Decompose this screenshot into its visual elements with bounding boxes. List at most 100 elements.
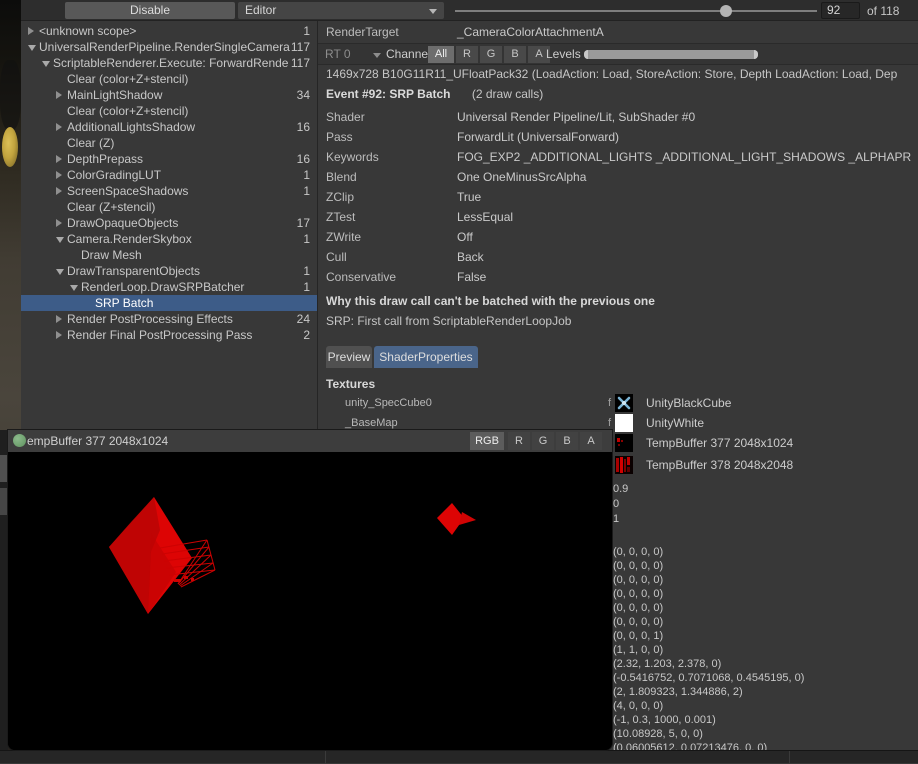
preview-channel-button-rgb[interactable]: RGB xyxy=(470,432,504,450)
chevron-down-icon xyxy=(373,53,381,58)
frame-slider[interactable] xyxy=(455,10,817,12)
tree-row[interactable]: Clear (Z) xyxy=(21,135,318,151)
chevron-right-icon[interactable] xyxy=(56,315,62,323)
texture-row: unity_SpecCube0fUnityBlackCube xyxy=(318,393,918,413)
property-row: ShaderUniversal Render Pipeline/Lit, Sub… xyxy=(318,107,918,127)
chevron-right-icon[interactable] xyxy=(28,27,34,35)
chevron-right-icon[interactable] xyxy=(56,171,62,179)
target-selector-dropdown[interactable]: Editor xyxy=(238,2,444,19)
side-panel-segment xyxy=(0,455,8,482)
channel-button-g[interactable]: G xyxy=(480,46,502,63)
channel-button-all[interactable]: All xyxy=(428,46,454,63)
property-row: Blend One OneMinusSrcAlpha xyxy=(318,167,918,187)
chevron-down-icon[interactable] xyxy=(70,285,78,291)
channels-row: RT 0 Channels AllRGBA Levels xyxy=(318,43,918,65)
shader-vector-value: (-0.5416752, 0.7071068, 0.4545195, 0) xyxy=(613,671,804,685)
preview-channel-button-a[interactable]: A xyxy=(580,432,602,450)
tree-row[interactable]: ScreenSpaceShadows1 xyxy=(21,183,318,199)
chevron-right-icon[interactable] xyxy=(56,123,62,131)
chevron-right-icon[interactable] xyxy=(56,187,62,195)
render-target-row: RenderTarget _CameraColorAttachmentA xyxy=(318,21,918,43)
chevron-right-icon[interactable] xyxy=(56,331,62,339)
chevron-down-icon[interactable] xyxy=(28,45,36,51)
preview-canvas[interactable] xyxy=(8,452,612,750)
tree-row-count: 1 xyxy=(303,279,310,295)
tree-row-count: 117 xyxy=(291,55,310,71)
property-value: FOG_EXP2 _ADDITIONAL_LIGHTS _ADDITIONAL_… xyxy=(457,147,911,167)
shader-float-value: 0.9 xyxy=(613,482,628,497)
preview-channel-button-r[interactable]: R xyxy=(508,432,530,450)
tree-row[interactable]: Render PostProcessing Effects24 xyxy=(21,311,318,327)
shadowmap-render xyxy=(8,452,612,750)
tree-row-label: Render Final PostProcessing Pass xyxy=(67,327,292,343)
shader-vector-value: (2, 1.809323, 1.344886, 2) xyxy=(613,685,804,699)
texture-asset-name: TempBuffer 377 2048x1024 xyxy=(646,433,793,453)
side-panel-segment xyxy=(0,488,8,515)
chevron-down-icon[interactable] xyxy=(56,269,64,275)
tree-row[interactable]: Clear (color+Z+stencil) xyxy=(21,103,318,119)
black-cube-texture-icon[interactable] xyxy=(615,394,633,412)
event-summary: Event #92: SRP Batch (2 draw calls) xyxy=(326,87,543,101)
tree-row[interactable]: Camera.RenderSkybox1 xyxy=(21,231,318,247)
preview-channel-button-b[interactable]: B xyxy=(556,432,578,450)
tab-shaderproperties[interactable]: ShaderProperties xyxy=(374,346,478,368)
tree-row[interactable]: DepthPrepass16 xyxy=(21,151,318,167)
shader-vectors-list: (0, 0, 0, 0)(0, 0, 0, 0)(0, 0, 0, 0)(0, … xyxy=(613,545,804,755)
tree-row[interactable]: MainLightShadow34 xyxy=(21,87,318,103)
tree-row[interactable]: ScriptableRenderer.Execute: ForwardRende… xyxy=(21,55,318,71)
shader-vector-value: (4, 0, 0, 0) xyxy=(613,699,804,713)
frame-slider-handle[interactable] xyxy=(720,5,732,17)
tree-row[interactable]: Clear (color+Z+stencil) xyxy=(21,71,318,87)
preview-channel-button-g[interactable]: G xyxy=(532,432,554,450)
tree-row[interactable]: AdditionalLightsShadow16 xyxy=(21,119,318,135)
tab-preview[interactable]: Preview xyxy=(326,346,372,368)
texture-property-name: unity_SpecCube0 xyxy=(345,393,432,413)
tree-row-label: Clear (color+Z+stencil) xyxy=(67,71,292,87)
tree-row[interactable]: DrawOpaqueObjects17 xyxy=(21,215,318,231)
property-value: Back xyxy=(457,247,484,267)
tree-row[interactable]: RenderLoop.DrawSRPBatcher1 xyxy=(21,279,318,295)
property-label: Shader xyxy=(326,107,365,127)
tree-row-selected[interactable]: SRP Batch xyxy=(21,295,318,311)
red-dots-texture-icon[interactable] xyxy=(615,434,633,452)
white-texture-icon[interactable] xyxy=(615,414,633,432)
target-selector-label: Editor xyxy=(245,3,276,17)
levels-range-slider[interactable] xyxy=(584,50,758,59)
tree-row[interactable]: UniversalRenderPipeline.RenderSingleCame… xyxy=(21,39,318,55)
tree-row[interactable]: DrawTransparentObjects1 xyxy=(21,263,318,279)
red-bars-texture-icon[interactable] xyxy=(615,456,633,474)
rt-dropdown[interactable]: RT 0 xyxy=(325,44,351,64)
tree-row-count: 1 xyxy=(303,231,310,247)
render-target-label: RenderTarget xyxy=(326,21,399,43)
tree-row[interactable]: Clear (Z+stencil) xyxy=(21,199,318,215)
channel-button-r[interactable]: R xyxy=(456,46,478,63)
property-value: One OneMinusSrcAlpha xyxy=(457,167,586,187)
property-label: Blend xyxy=(326,167,357,187)
frame-number-field[interactable]: 92 xyxy=(821,2,860,19)
property-label: Keywords xyxy=(326,147,379,167)
shader-float-value: 1 xyxy=(613,512,628,527)
chevron-right-icon[interactable] xyxy=(56,91,62,99)
property-row: PassForwardLit (UniversalForward) xyxy=(318,127,918,147)
shader-vector-value: (0, 0, 0, 1) xyxy=(613,629,804,643)
tree-row[interactable]: <unknown scope>1 xyxy=(21,23,318,39)
shader-vector-value: (-1, 0.3, 1000, 0.001) xyxy=(613,713,804,727)
tree-row[interactable]: Render Final PostProcessing Pass2 xyxy=(21,327,318,343)
chevron-right-icon[interactable] xyxy=(56,155,62,163)
chevron-down-icon[interactable] xyxy=(42,61,50,67)
channel-button-b[interactable]: B xyxy=(504,46,526,63)
disable-button[interactable]: Disable xyxy=(65,2,235,19)
frame-total-label: of 118 xyxy=(867,4,899,18)
texture-asset-name: TempBuffer 378 2048x2048 xyxy=(646,455,793,475)
chevron-right-icon[interactable] xyxy=(56,219,62,227)
buffer-info: 1469x728 B10G11R11_UFloatPack32 (LoadAct… xyxy=(326,67,918,81)
chevron-down-icon[interactable] xyxy=(56,237,64,243)
property-label: ZTest xyxy=(326,207,355,227)
property-row: ZClipTrue xyxy=(318,187,918,207)
preview-header[interactable]: empBuffer 377 2048x1024 RGBRGBA xyxy=(8,430,612,452)
shader-floats-list: 0.901 xyxy=(613,482,628,527)
tree-row-count: 17 xyxy=(297,215,310,231)
batch-break-reason: SRP: First call from ScriptableRenderLoo… xyxy=(326,314,571,328)
tree-row[interactable]: ColorGradingLUT1 xyxy=(21,167,318,183)
tree-row[interactable]: Draw Mesh xyxy=(21,247,318,263)
